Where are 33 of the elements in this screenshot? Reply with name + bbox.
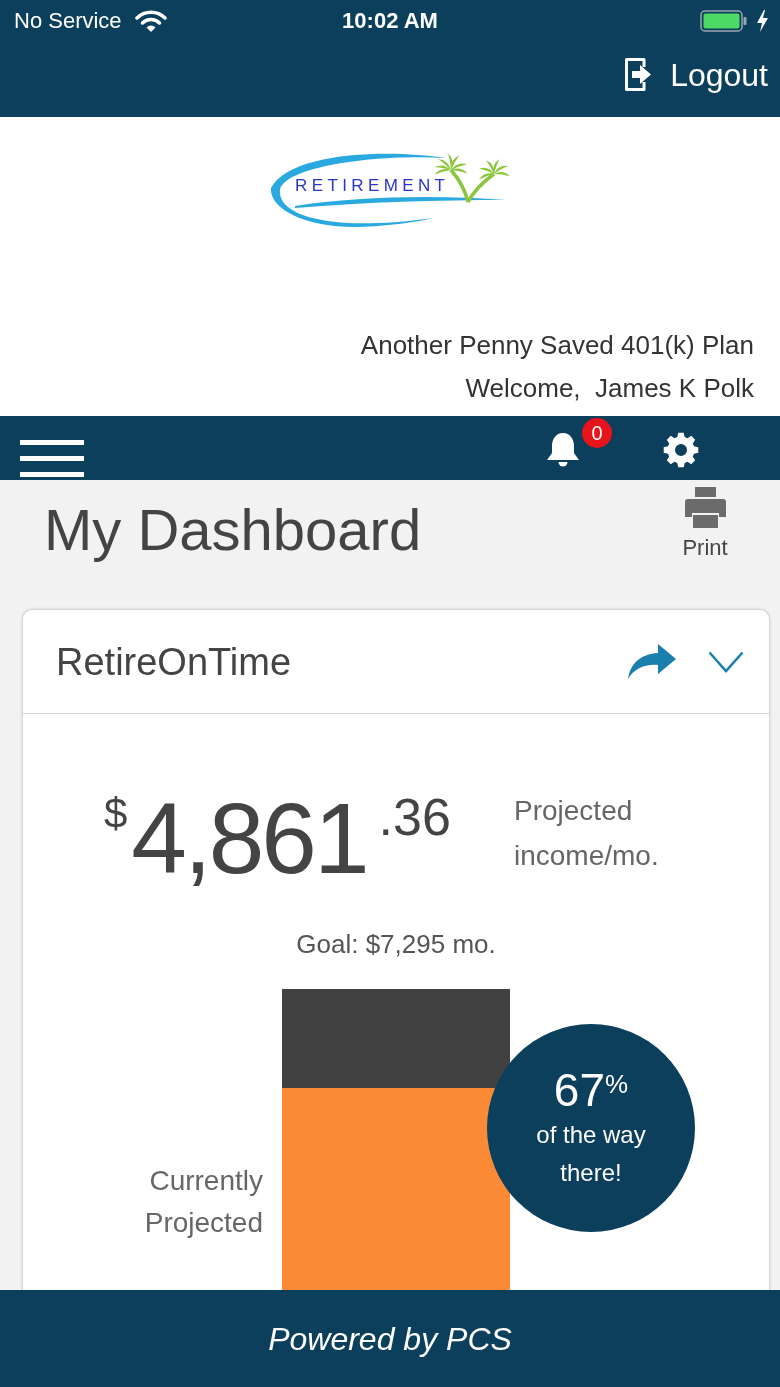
share-arrow-icon — [628, 644, 676, 679]
page-title: My Dashboard — [44, 496, 422, 564]
charging-bolt-icon — [757, 10, 768, 32]
wifi-icon — [134, 10, 167, 32]
notifications-button[interactable] — [545, 432, 581, 468]
logout-button[interactable]: Logout — [624, 54, 768, 95]
collapse-button[interactable] — [708, 650, 744, 673]
meter-label: Currently Projected — [143, 1164, 263, 1240]
percent-text: 67$^{%}$ — [553, 1064, 629, 1116]
printer-icon — [684, 487, 726, 528]
plan-name: Another Penny Saved 401(k) Plan — [360, 329, 754, 362]
menu-icon — [20, 440, 84, 477]
battery-icon — [700, 10, 747, 32]
amount-label: Projected income/mo. — [514, 794, 660, 873]
print-button[interactable]: Print — [675, 487, 735, 561]
menu-button[interactable] — [20, 440, 84, 477]
notification-count-badge: 0 — [582, 418, 612, 448]
currency-symbol: $ — [104, 793, 128, 835]
settings-icon — [663, 432, 699, 468]
footer-text: Powered by PCS — [268, 1319, 512, 1359]
settings-button[interactable] — [663, 432, 699, 468]
income-amount: 4,861 — [131, 788, 367, 888]
card-title: RetireOnTime — [56, 639, 292, 685]
clock-time: 10:02 AM — [342, 7, 438, 35]
bell-icon — [545, 432, 581, 468]
goal-text: Goal: $7,295 mo. — [296, 928, 496, 961]
income-cents: .36 — [378, 791, 451, 843]
logout-icon — [624, 57, 654, 92]
chevron-down-icon — [708, 650, 744, 673]
welcome-text: Welcome, James K Polk — [465, 372, 754, 405]
progress-caption: of the way there! — [535, 1120, 647, 1188]
carrier-text: No Service — [14, 7, 122, 35]
share-button[interactable] — [628, 644, 676, 679]
